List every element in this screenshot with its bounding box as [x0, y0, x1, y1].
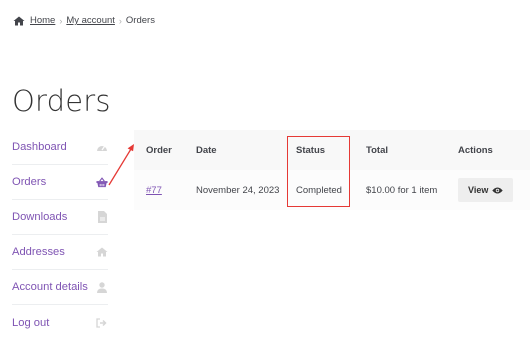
order-total: $10.00 for 1 item [366, 184, 438, 196]
order-actions-cell: View [446, 178, 530, 202]
column-header-date: Date [196, 144, 217, 156]
column-header-order: Order [146, 144, 172, 156]
order-date: November 24, 2023 [196, 184, 280, 196]
view-order-button[interactable]: View [458, 178, 514, 202]
order-number-link[interactable]: #77 [146, 185, 162, 196]
order-number-cell: #77 [134, 185, 184, 196]
status-column-highlight [287, 136, 350, 207]
column-header-actions: Actions [458, 144, 493, 156]
view-button-label: View [468, 185, 489, 195]
eye-icon [492, 187, 504, 193]
column-header-total: Total [366, 144, 388, 156]
